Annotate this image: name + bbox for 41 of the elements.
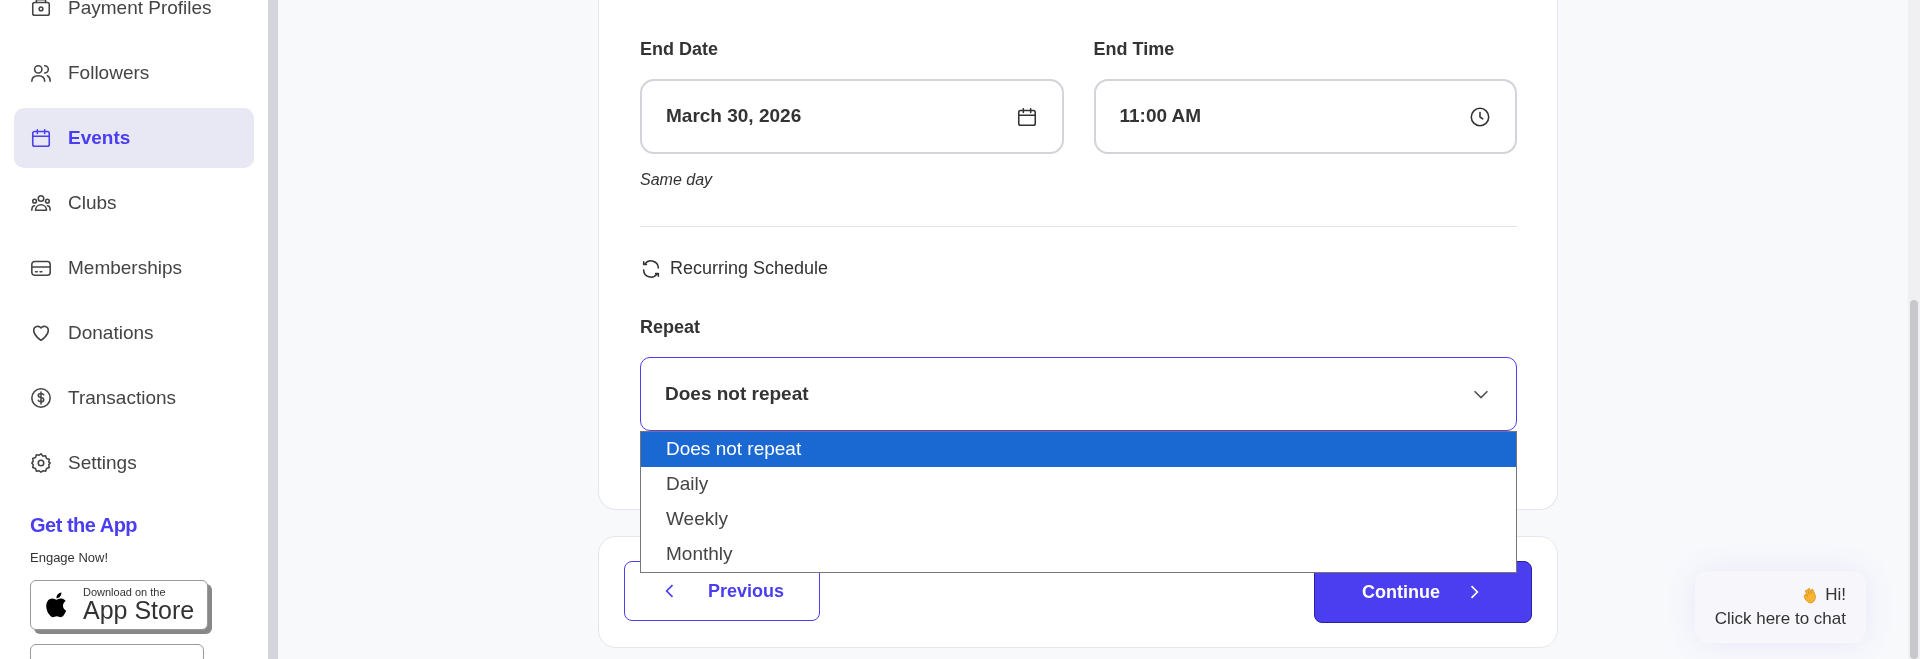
calendar-icon bbox=[1015, 105, 1038, 128]
date-field[interactable]: March 30, 2026 bbox=[640, 79, 1064, 154]
clock-icon bbox=[1469, 105, 1491, 128]
section-title: Recurring Schedule bbox=[670, 257, 829, 280]
field-label: End Time bbox=[1093, 38, 1176, 61]
dropdown-option[interactable]: Does not repeat bbox=[641, 432, 1516, 467]
sidebar-item[interactable]: Followers bbox=[14, 43, 254, 103]
refresh-icon bbox=[640, 257, 662, 280]
select-value: Does not repeat bbox=[665, 381, 809, 406]
sidebar-item[interactable]: Transactions bbox=[14, 368, 254, 428]
dropdown-option[interactable]: Daily bbox=[641, 467, 1516, 502]
wallet-icon bbox=[30, 0, 52, 19]
field-value: March 30, 2026 bbox=[666, 104, 802, 129]
scrollbar[interactable] bbox=[268, 0, 278, 659]
field-value: 11:00 AM bbox=[1119, 104, 1202, 129]
dropdown-option[interactable]: Weekly bbox=[641, 502, 1516, 537]
calendar-icon bbox=[30, 127, 52, 149]
promo-subtitle: Engage Now! bbox=[30, 549, 110, 567]
field-label: Repeat bbox=[640, 316, 702, 339]
chat-greeting: Hi! bbox=[1825, 584, 1846, 607]
dollar-circle-icon bbox=[30, 387, 52, 409]
chat-prompt: Click here to chat bbox=[1714, 608, 1846, 631]
badge-store-name: App Store bbox=[83, 597, 195, 623]
time-field[interactable]: 11:00 AM bbox=[1093, 79, 1517, 154]
scrollbar-thumb[interactable] bbox=[1910, 300, 1918, 659]
sidebar-item[interactable]: Events bbox=[14, 108, 254, 168]
field-hint: Same day bbox=[640, 170, 714, 190]
badge-caption: Download on the bbox=[83, 586, 167, 598]
store-badge[interactable] bbox=[30, 643, 204, 659]
field-label: End Date bbox=[640, 38, 719, 61]
sidebar-item[interactable]: Donations bbox=[14, 303, 254, 363]
sidebar-item[interactable]: Settings bbox=[14, 433, 254, 493]
sidebar-item[interactable]: Memberships bbox=[14, 238, 254, 298]
select-field[interactable]: Does not repeat bbox=[640, 357, 1517, 431]
gear-icon bbox=[30, 452, 52, 474]
promo-title: Get the App bbox=[30, 513, 139, 538]
chat-bubble[interactable]: Hi! Click here to chat bbox=[1694, 571, 1866, 643]
users-icon bbox=[30, 62, 52, 84]
sidebar-item[interactable]: Clubs bbox=[14, 173, 254, 233]
sidebar-item[interactable]: Payment Profiles bbox=[14, 0, 254, 38]
group-icon bbox=[30, 192, 52, 214]
